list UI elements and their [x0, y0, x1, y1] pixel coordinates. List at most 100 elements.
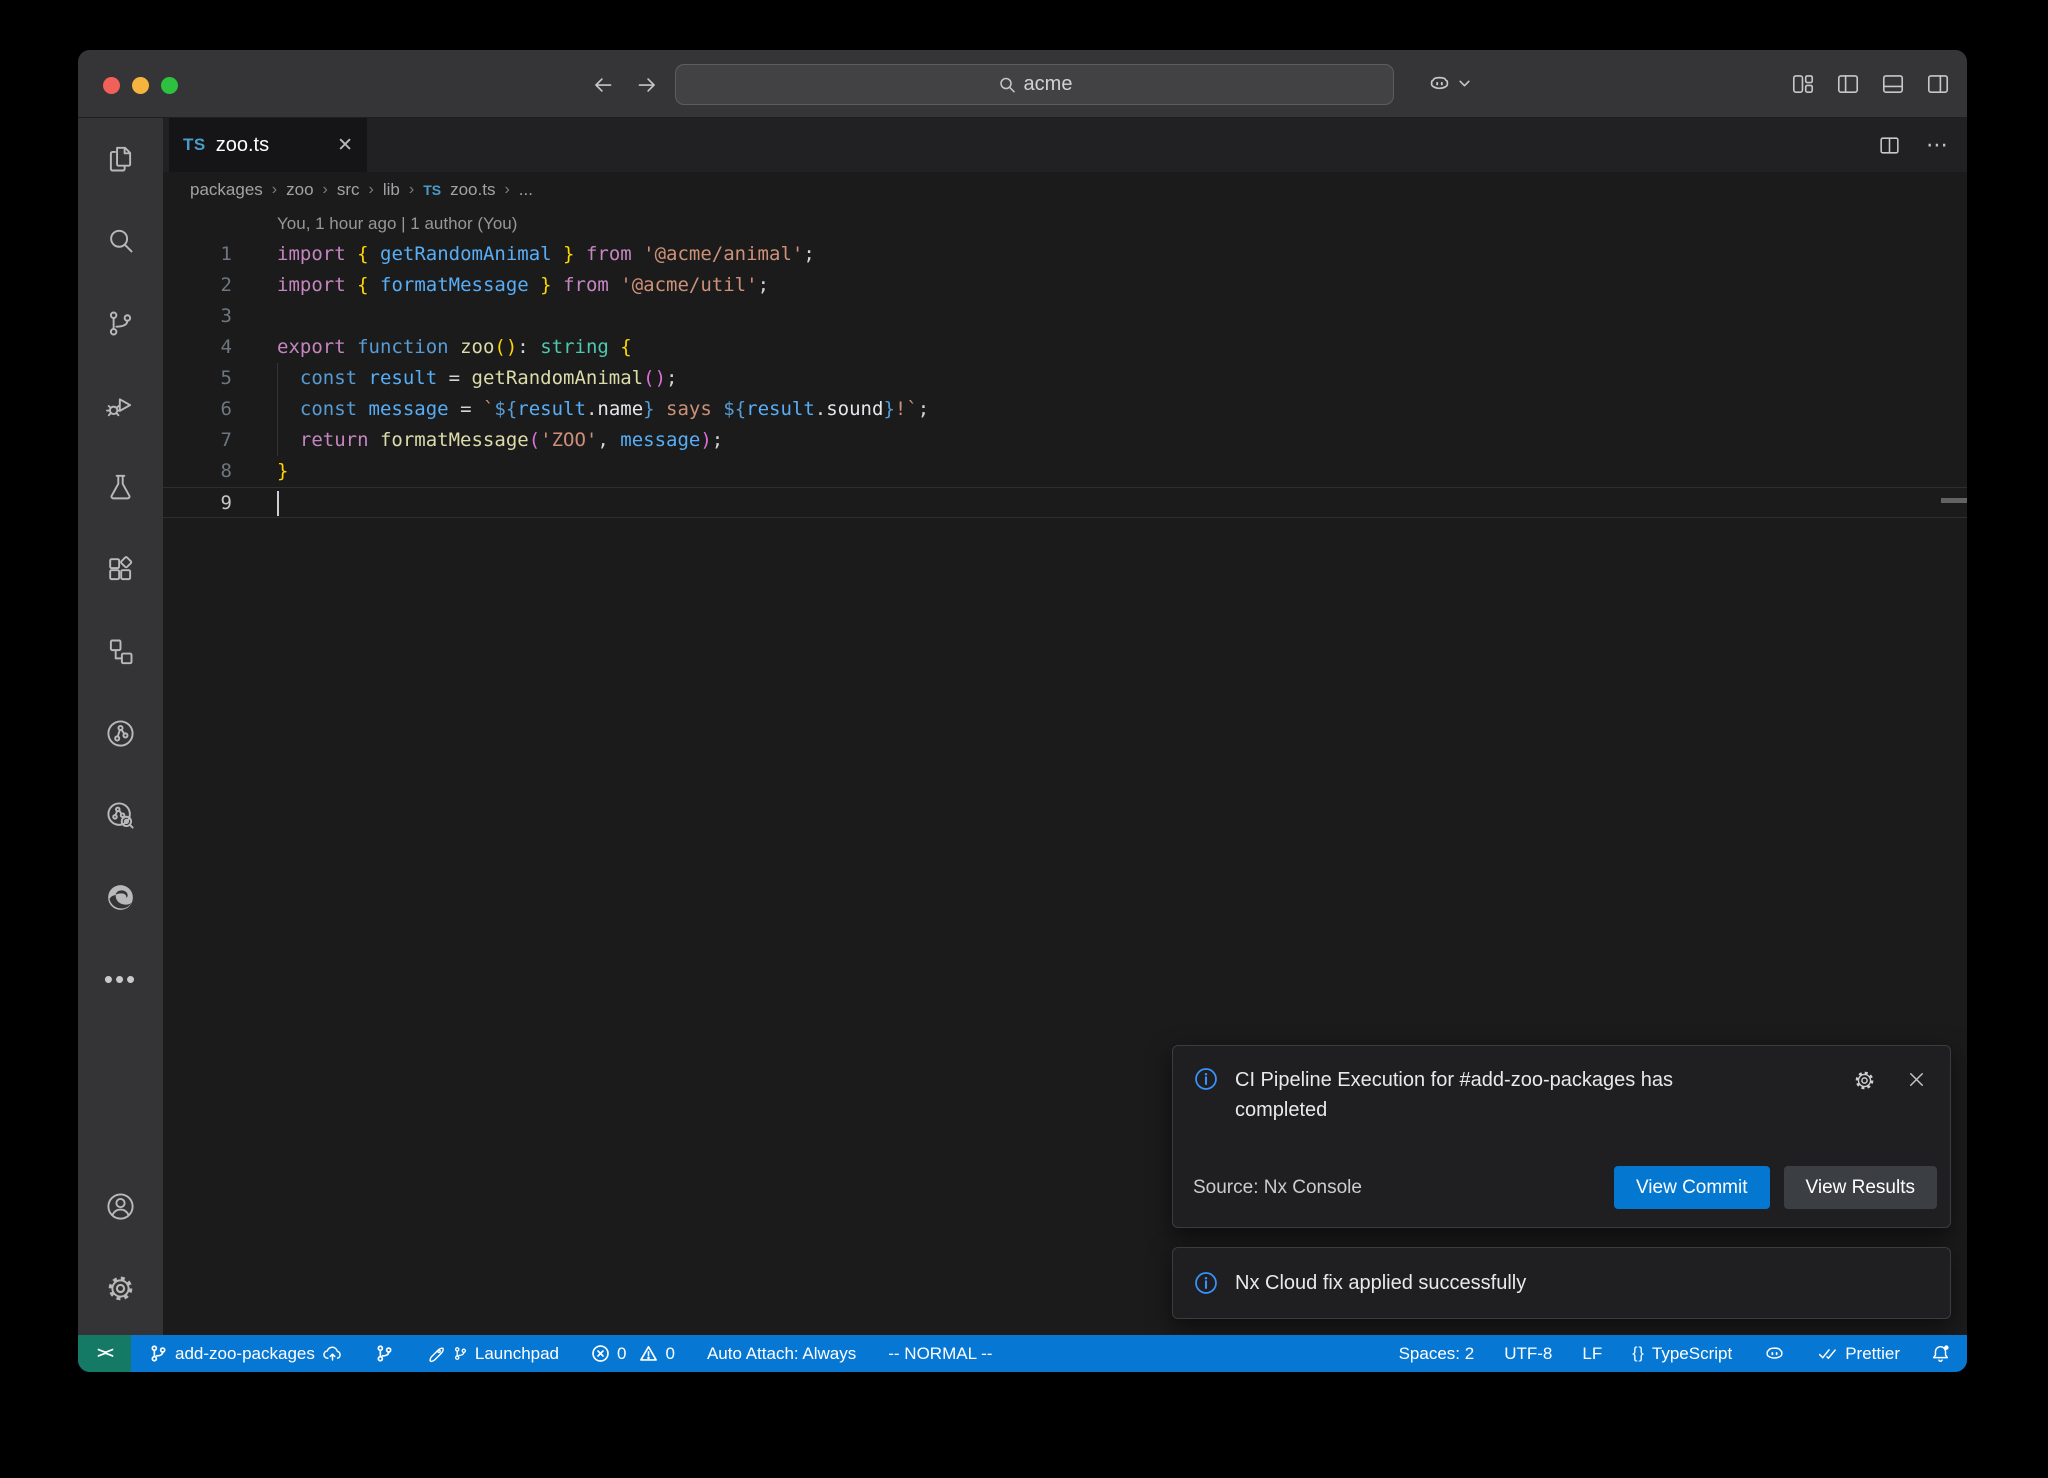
- status-notifications[interactable]: [1930, 1343, 1951, 1364]
- blame-row: You, 1 hour ago | 1 author (You): [163, 208, 1967, 239]
- tab-bar: TS zoo.ts ✕ ⋯: [163, 118, 1967, 172]
- code-text: }: [277, 456, 288, 487]
- close-window-button[interactable]: [103, 77, 120, 94]
- sidebar-item-source-control[interactable]: [78, 282, 163, 364]
- code-line[interactable]: 2import { formatMessage } from '@acme/ut…: [163, 270, 1967, 301]
- status-branch[interactable]: add-zoo-packages: [149, 1343, 343, 1364]
- line-number: 7: [163, 425, 232, 456]
- breadcrumb-item[interactable]: zoo.ts: [450, 180, 495, 200]
- toggle-panel-icon[interactable]: [1880, 71, 1906, 97]
- sidebar-item-nx-console[interactable]: [78, 692, 163, 774]
- line-number: 3: [163, 301, 232, 332]
- minimize-window-button[interactable]: [132, 77, 149, 94]
- status-vim-mode[interactable]: -- NORMAL --: [888, 1344, 992, 1364]
- view-commit-button[interactable]: View Commit: [1614, 1166, 1770, 1209]
- rocket-icon: [426, 1344, 446, 1364]
- status-copilot[interactable]: [1762, 1341, 1787, 1366]
- sidebar-item-nx-cloud[interactable]: [78, 774, 163, 856]
- sidebar-item-search[interactable]: [78, 200, 163, 282]
- toggle-primary-sidebar-icon[interactable]: [1835, 71, 1861, 97]
- beaker-icon: [104, 471, 137, 504]
- remote-icon: ><: [97, 1345, 112, 1363]
- sidebar-item-explorer[interactable]: [78, 118, 163, 200]
- notification-close-icon[interactable]: [1905, 1068, 1928, 1091]
- code-text: const result = getRandomAnimal();: [277, 363, 677, 394]
- gear-icon: [104, 1272, 137, 1305]
- files-icon: [104, 143, 137, 176]
- tab-zoo-ts[interactable]: TS zoo.ts ✕: [169, 118, 367, 172]
- breadcrumb: packages› zoo› src› lib› TS zoo.ts› ...: [163, 172, 1967, 208]
- sidebar-item-extensions[interactable]: [78, 528, 163, 610]
- split-editor-icon[interactable]: [1877, 133, 1902, 158]
- warning-count: 0: [665, 1344, 674, 1364]
- sidebar-item-account[interactable]: [78, 1165, 163, 1247]
- sidebar-item-more-views[interactable]: •••: [78, 938, 163, 1020]
- forward-arrow-icon[interactable]: [634, 72, 660, 98]
- info-icon: [1193, 1270, 1219, 1296]
- sidebar-item-settings[interactable]: [78, 1247, 163, 1329]
- notification-toast: CI Pipeline Execution for #add-zoo-packa…: [1172, 1045, 1951, 1228]
- breadcrumb-item[interactable]: lib: [383, 180, 400, 200]
- code-line[interactable]: 5 const result = getRandomAnimal();: [163, 363, 1967, 394]
- status-indentation[interactable]: Spaces: 2: [1399, 1344, 1475, 1364]
- breadcrumb-item[interactable]: src: [337, 180, 360, 200]
- remote-indicator[interactable]: ><: [78, 1335, 131, 1372]
- status-formatter[interactable]: Prettier: [1817, 1343, 1900, 1364]
- vscode-window: acme: [78, 50, 1967, 1372]
- notification-source: Source: Nx Console: [1193, 1177, 1362, 1199]
- copilot-menu[interactable]: [1426, 70, 1471, 97]
- error-count: 0: [617, 1344, 626, 1364]
- breadcrumb-item[interactable]: ...: [519, 180, 533, 200]
- code-line[interactable]: 6 const message = `${result.name} says $…: [163, 394, 1967, 425]
- launchpad-label: Launchpad: [475, 1344, 559, 1364]
- hierarchy-icon: [104, 635, 137, 668]
- customize-layout-icon[interactable]: [1790, 71, 1816, 97]
- notification-settings-gear-icon[interactable]: [1852, 1068, 1877, 1093]
- sidebar-item-hierarchy[interactable]: [78, 610, 163, 692]
- double-check-icon: [1817, 1343, 1838, 1364]
- code-line[interactable]: 7 return formatMessage('ZOO', message);: [163, 425, 1967, 456]
- debug-icon: [104, 389, 137, 422]
- warning-icon: [639, 1344, 658, 1363]
- sidebar-item-run-debug[interactable]: [78, 364, 163, 446]
- maximize-window-button[interactable]: [161, 77, 178, 94]
- command-center-search[interactable]: acme: [675, 64, 1394, 105]
- search-icon: [997, 75, 1017, 95]
- back-arrow-icon[interactable]: [590, 72, 616, 98]
- cloud-upload-icon: [322, 1343, 343, 1364]
- code-line-current[interactable]: 9: [163, 487, 1967, 518]
- breadcrumb-item[interactable]: zoo: [286, 180, 313, 200]
- line-number: 6: [163, 394, 232, 425]
- extensions-icon: [104, 553, 137, 586]
- status-language-mode[interactable]: {} TypeScript: [1632, 1344, 1732, 1364]
- branch-name: add-zoo-packages: [175, 1344, 315, 1364]
- indent-guide: [277, 363, 278, 456]
- status-launchpad[interactable]: Launchpad: [426, 1344, 559, 1364]
- line-number: 2: [163, 270, 232, 301]
- status-eol[interactable]: LF: [1582, 1344, 1602, 1364]
- code-line[interactable]: 3: [163, 301, 1967, 332]
- status-encoding[interactable]: UTF-8: [1504, 1344, 1552, 1364]
- notification-message: Nx Cloud fix applied successfully: [1235, 1272, 1526, 1295]
- line-number: 4: [163, 332, 232, 363]
- tab-close-icon[interactable]: ✕: [337, 134, 353, 157]
- code-line[interactable]: 8}: [163, 456, 1967, 487]
- status-problems[interactable]: 0 0: [591, 1344, 675, 1364]
- status-source-control[interactable]: [375, 1344, 394, 1363]
- code-line[interactable]: 4export function zoo(): string {: [163, 332, 1967, 363]
- line-number: 8: [163, 456, 232, 487]
- git-branch-small-icon: [453, 1346, 468, 1361]
- overview-ruler-mark: [1941, 498, 1967, 503]
- status-auto-attach[interactable]: Auto Attach: Always: [707, 1344, 856, 1364]
- sidebar-item-testing[interactable]: [78, 446, 163, 528]
- account-icon: [104, 1190, 137, 1223]
- title-bar: acme: [78, 50, 1967, 118]
- breadcrumb-item[interactable]: packages: [190, 180, 263, 200]
- typescript-file-icon: TS: [183, 135, 206, 155]
- view-results-button[interactable]: View Results: [1784, 1166, 1937, 1209]
- code-line[interactable]: 1import { getRandomAnimal } from '@acme/…: [163, 239, 1967, 270]
- desktop: { "titlebar": { "search_value": "acme" }…: [0, 0, 2048, 1478]
- toggle-secondary-sidebar-icon[interactable]: [1925, 71, 1951, 97]
- sidebar-item-edge-tools[interactable]: [78, 856, 163, 938]
- more-actions-icon[interactable]: ⋯: [1926, 132, 1949, 158]
